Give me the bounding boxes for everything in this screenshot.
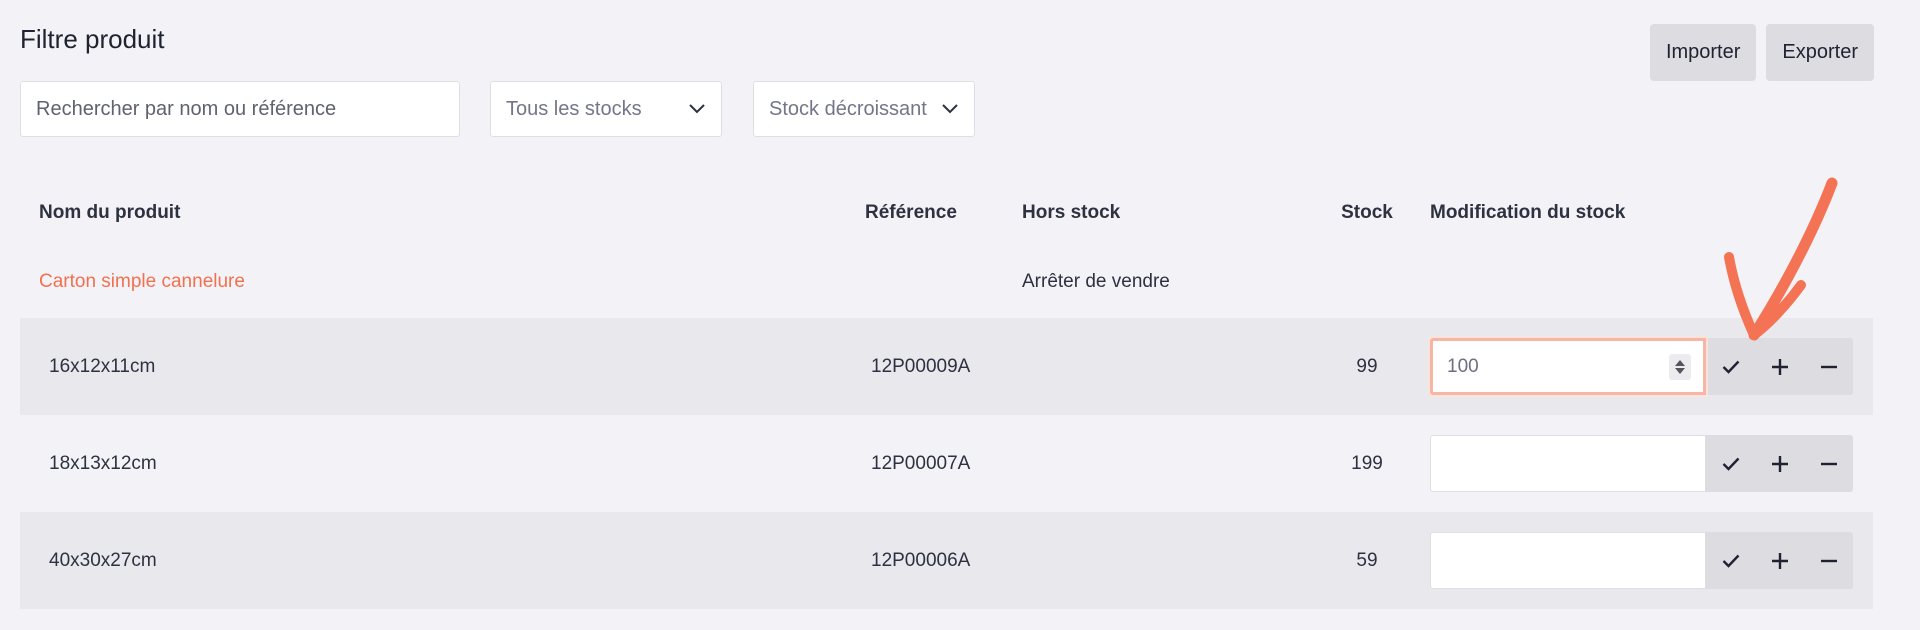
variant-name: 18x13x12cm [49, 452, 157, 474]
table-row: 40x30x27cm 12P00006A 59 [20, 512, 1873, 609]
search-input[interactable] [36, 97, 444, 121]
variant-name: 16x12x11cm [49, 355, 156, 377]
increment-button[interactable] [1755, 532, 1804, 589]
check-icon [1722, 457, 1739, 471]
filter-title: Filtre produit [20, 24, 165, 54]
product-group-row: Carton simple cannelure Arrêter de vendr… [20, 260, 1873, 298]
header-modification: Modification du stock [1430, 202, 1626, 223]
confirm-button[interactable] [1706, 338, 1755, 395]
variant-stock: 199 [1351, 452, 1383, 474]
confirm-button[interactable] [1706, 435, 1755, 492]
increment-button[interactable] [1755, 338, 1804, 395]
increment-button[interactable] [1755, 435, 1804, 492]
export-button[interactable]: Exporter [1766, 24, 1874, 81]
variant-stock: 99 [1356, 355, 1378, 377]
decrement-button[interactable] [1804, 338, 1853, 395]
table-row: 18x13x12cm 12P00007A 199 [20, 415, 1873, 512]
stock-quantity-input[interactable] [1447, 355, 1689, 378]
import-button[interactable]: Importer [1649, 24, 1757, 81]
variant-stock: 59 [1356, 549, 1378, 571]
number-spinner[interactable] [1669, 353, 1691, 380]
stock-quantity-field[interactable] [1430, 532, 1706, 589]
check-icon [1722, 360, 1739, 374]
minus-icon [1820, 365, 1837, 368]
plus-icon [1771, 552, 1788, 569]
sort-select[interactable]: Stock décroissant [753, 81, 975, 137]
minus-icon [1820, 559, 1837, 562]
product-group-link[interactable]: Carton simple cannelure [39, 271, 245, 293]
spinner-down-icon[interactable] [1675, 367, 1685, 374]
header-hors-stock: Hors stock [1022, 202, 1121, 223]
plus-icon [1771, 358, 1788, 375]
stock-quantity-field[interactable] [1430, 338, 1706, 395]
header-name: Nom du produit [39, 202, 181, 223]
stock-management-page: Filtre produit Importer Exporter Tous le… [0, 0, 1920, 630]
stock-quantity-input[interactable] [1445, 549, 1691, 572]
table-row: 16x12x11cm 12P00009A 99 [20, 318, 1873, 415]
header-reference: Référence [865, 202, 957, 223]
stock-modification-group [1430, 435, 1853, 492]
search-field[interactable] [20, 81, 460, 137]
stock-quantity-field[interactable] [1430, 435, 1706, 492]
stop-selling-label[interactable]: Arrêter de vendre [1022, 271, 1170, 293]
check-icon [1722, 554, 1739, 568]
stock-modification-group [1430, 532, 1853, 589]
stock-filter-value: Tous les stocks [506, 97, 642, 120]
decrement-button[interactable] [1804, 435, 1853, 492]
sort-value: Stock décroissant [769, 97, 927, 120]
confirm-button[interactable] [1706, 532, 1755, 589]
variant-name: 40x30x27cm [49, 549, 157, 571]
variant-reference: 12P00009A [871, 355, 971, 377]
spinner-up-icon[interactable] [1675, 359, 1685, 366]
stock-quantity-input[interactable] [1445, 452, 1691, 475]
top-actions: Importer Exporter [1649, 24, 1874, 81]
header-stock: Stock [1341, 202, 1393, 223]
variant-reference: 12P00007A [871, 452, 971, 474]
stock-modification-group [1430, 338, 1853, 395]
chevron-down-icon [941, 100, 959, 118]
decrement-button[interactable] [1804, 532, 1853, 589]
minus-icon [1820, 462, 1837, 465]
stock-filter-select[interactable]: Tous les stocks [490, 81, 722, 137]
chevron-down-icon [688, 100, 706, 118]
variant-reference: 12P00006A [871, 549, 971, 571]
plus-icon [1771, 455, 1788, 472]
